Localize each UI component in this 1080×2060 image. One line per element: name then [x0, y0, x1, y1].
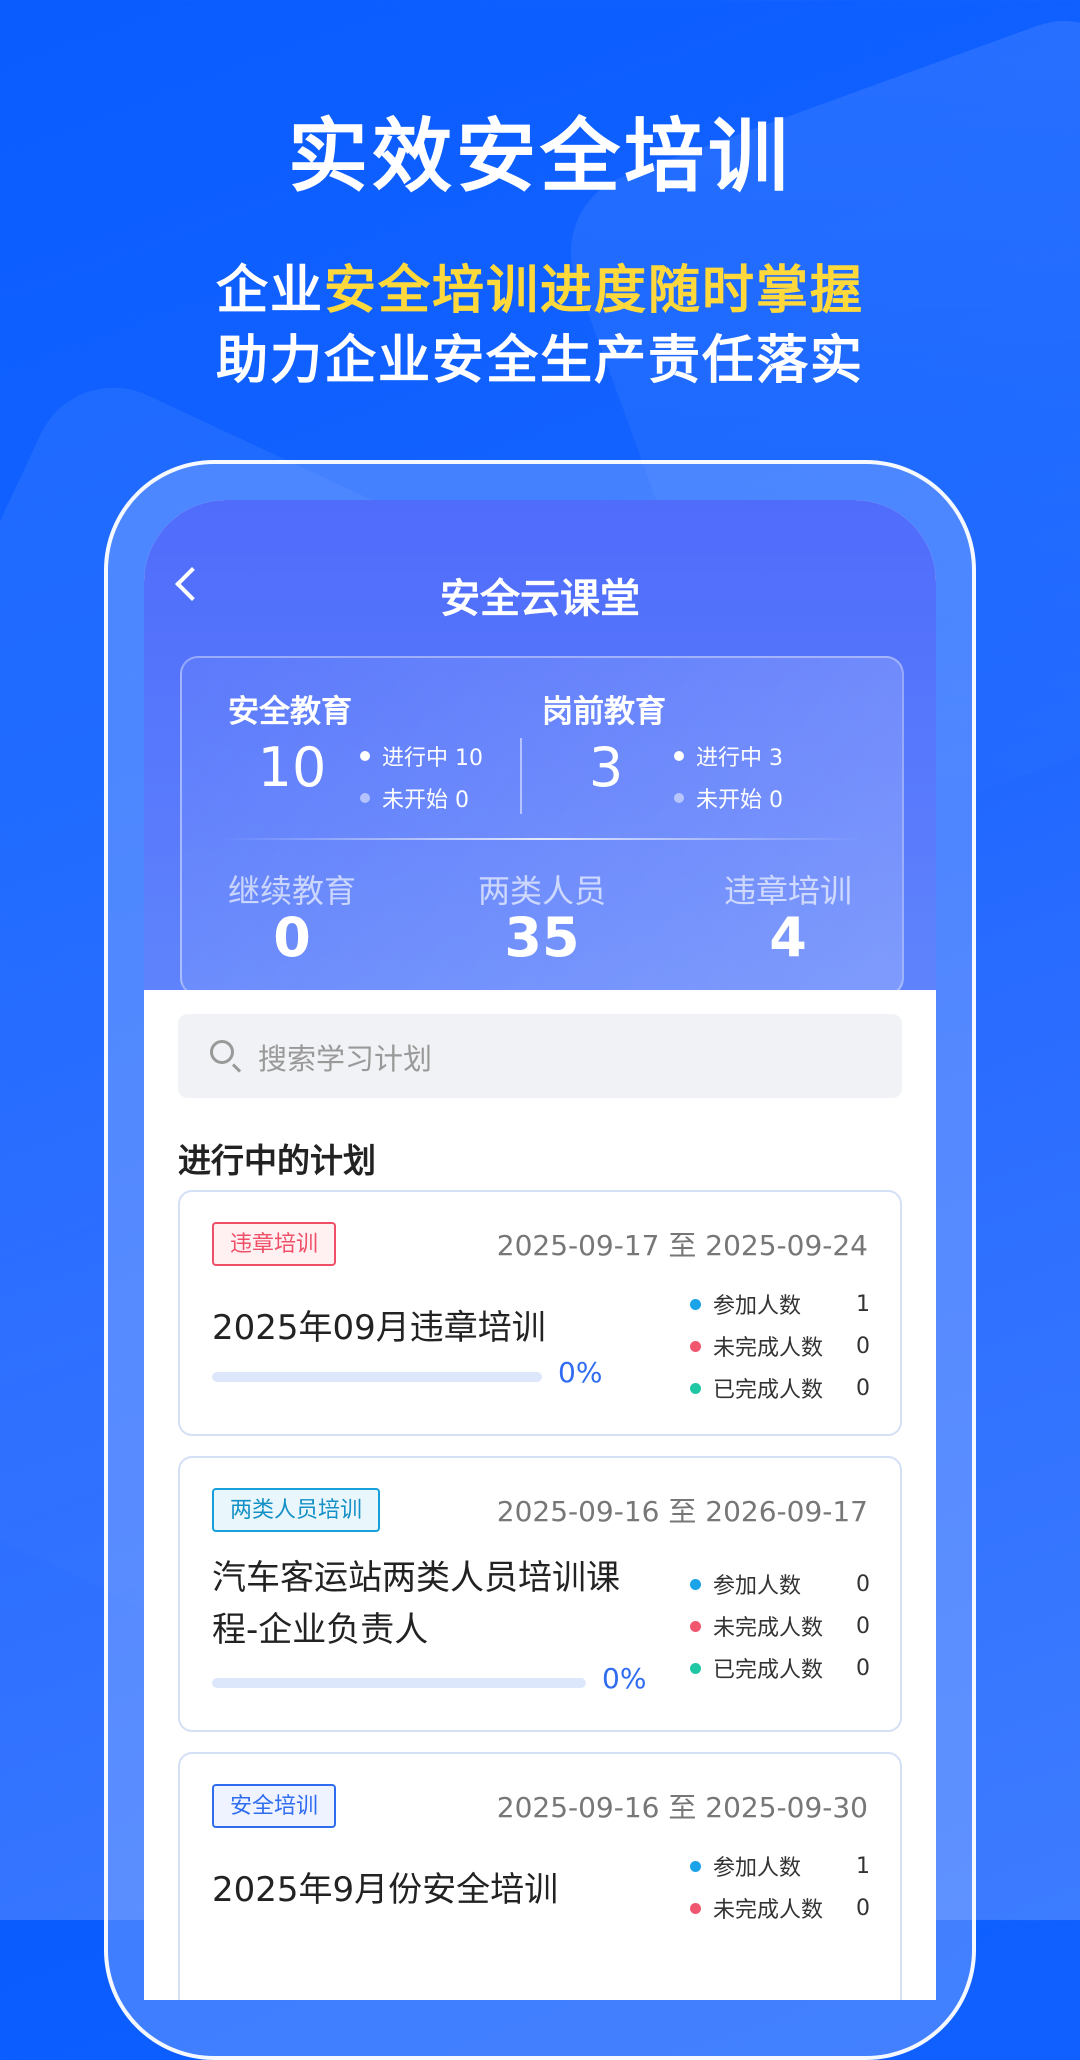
page-title: 安全云课堂 — [440, 576, 640, 622]
pre-job-edu-not-started: 未开始 0 — [674, 782, 783, 814]
progress-bar — [212, 1372, 542, 1382]
progress-percent: 0% — [602, 1662, 647, 1695]
dot-icon — [690, 1298, 701, 1310]
stat-incomplete: 未完成人数 0 — [690, 1330, 870, 1362]
summary-card: 安全教育 10 进行中 10 未开始 0 岗前教育 3 进行中 3 未开始 0 … — [180, 656, 904, 996]
plan-dates: 2025-09-17 至 2025-09-24 — [496, 1229, 868, 1262]
hero-title: 实效安全培训 — [288, 110, 792, 203]
plan-card[interactable]: 安全培训 2025-09-16 至 2025-09-30 2025年9月份安全培… — [178, 1752, 902, 2000]
pre-job-edu-total[interactable]: 3 — [546, 736, 666, 799]
stat-incomplete: 未完成人数 0 — [690, 1892, 870, 1924]
plan-title: 2025年9月份安全培训 — [212, 1870, 559, 1910]
dot-icon — [690, 1382, 701, 1394]
dot-icon — [690, 1662, 701, 1674]
stat-complete: 已完成人数 0 — [690, 1652, 870, 1684]
divider — [222, 838, 862, 840]
dot-icon — [690, 1620, 701, 1632]
dot-icon — [690, 1902, 701, 1914]
hero-subtitle-2: 助力企业安全生产责任落实 — [215, 331, 864, 391]
hero-subtitle-1: 企业安全培训进度随时掌握 — [215, 261, 865, 321]
section-title: 进行中的计划 — [178, 1141, 376, 1180]
violation-value[interactable]: 4 — [678, 906, 898, 969]
pre-job-edu-label[interactable]: 岗前教育 — [542, 686, 666, 731]
two-types-value[interactable]: 35 — [432, 906, 652, 969]
search-icon — [210, 1040, 234, 1064]
dot-icon — [674, 751, 684, 761]
safety-edu-label[interactable]: 安全教育 — [228, 686, 352, 731]
stat-participants: 参加人数 0 — [690, 1568, 870, 1600]
progress-percent: 0% — [558, 1356, 603, 1389]
stat-incomplete: 未完成人数 0 — [690, 1610, 870, 1642]
search-placeholder: 搜索学习计划 — [258, 1042, 433, 1076]
plan-card[interactable]: 两类人员培训 2025-09-16 至 2026-09-17 汽车客运站两类人员… — [178, 1456, 902, 1732]
dot-icon — [360, 751, 370, 761]
safety-edu-total[interactable]: 10 — [232, 736, 352, 799]
plan-tag: 两类人员培训 — [212, 1488, 381, 1532]
continuing-edu-value[interactable]: 0 — [182, 906, 402, 969]
plan-dates: 2025-09-16 至 2025-09-30 — [496, 1791, 868, 1824]
search-input[interactable]: 搜索学习计划 — [178, 1014, 902, 1098]
pre-job-edu-in-progress: 进行中 3 — [674, 740, 783, 772]
divider — [520, 738, 522, 814]
stat-complete: 已完成人数 0 — [690, 1372, 870, 1404]
plan-title: 汽车客运站两类人员培训课 程-企业负责人 — [212, 1558, 620, 1650]
dot-icon — [690, 1578, 701, 1590]
plan-title: 2025年09月违章培训 — [212, 1308, 546, 1348]
dot-icon — [674, 793, 684, 803]
app-screen: 安全云课堂 安全教育 10 进行中 10 未开始 0 岗前教育 3 进行中 3 … — [144, 500, 936, 2000]
plan-tag: 违章培训 — [212, 1222, 337, 1266]
stat-participants: 参加人数 1 — [690, 1288, 870, 1320]
plan-dates: 2025-09-16 至 2026-09-17 — [496, 1495, 868, 1528]
dot-icon — [360, 793, 370, 803]
dot-icon — [690, 1340, 701, 1352]
safety-edu-in-progress: 进行中 10 — [360, 740, 483, 772]
plan-tag: 安全培训 — [212, 1784, 337, 1828]
dot-icon — [690, 1860, 701, 1872]
stat-participants: 参加人数 1 — [690, 1850, 870, 1882]
plan-card[interactable]: 违章培训 2025-09-17 至 2025-09-24 2025年09月违章培… — [178, 1190, 902, 1436]
progress-bar — [212, 1678, 586, 1688]
safety-edu-not-started: 未开始 0 — [360, 782, 469, 814]
